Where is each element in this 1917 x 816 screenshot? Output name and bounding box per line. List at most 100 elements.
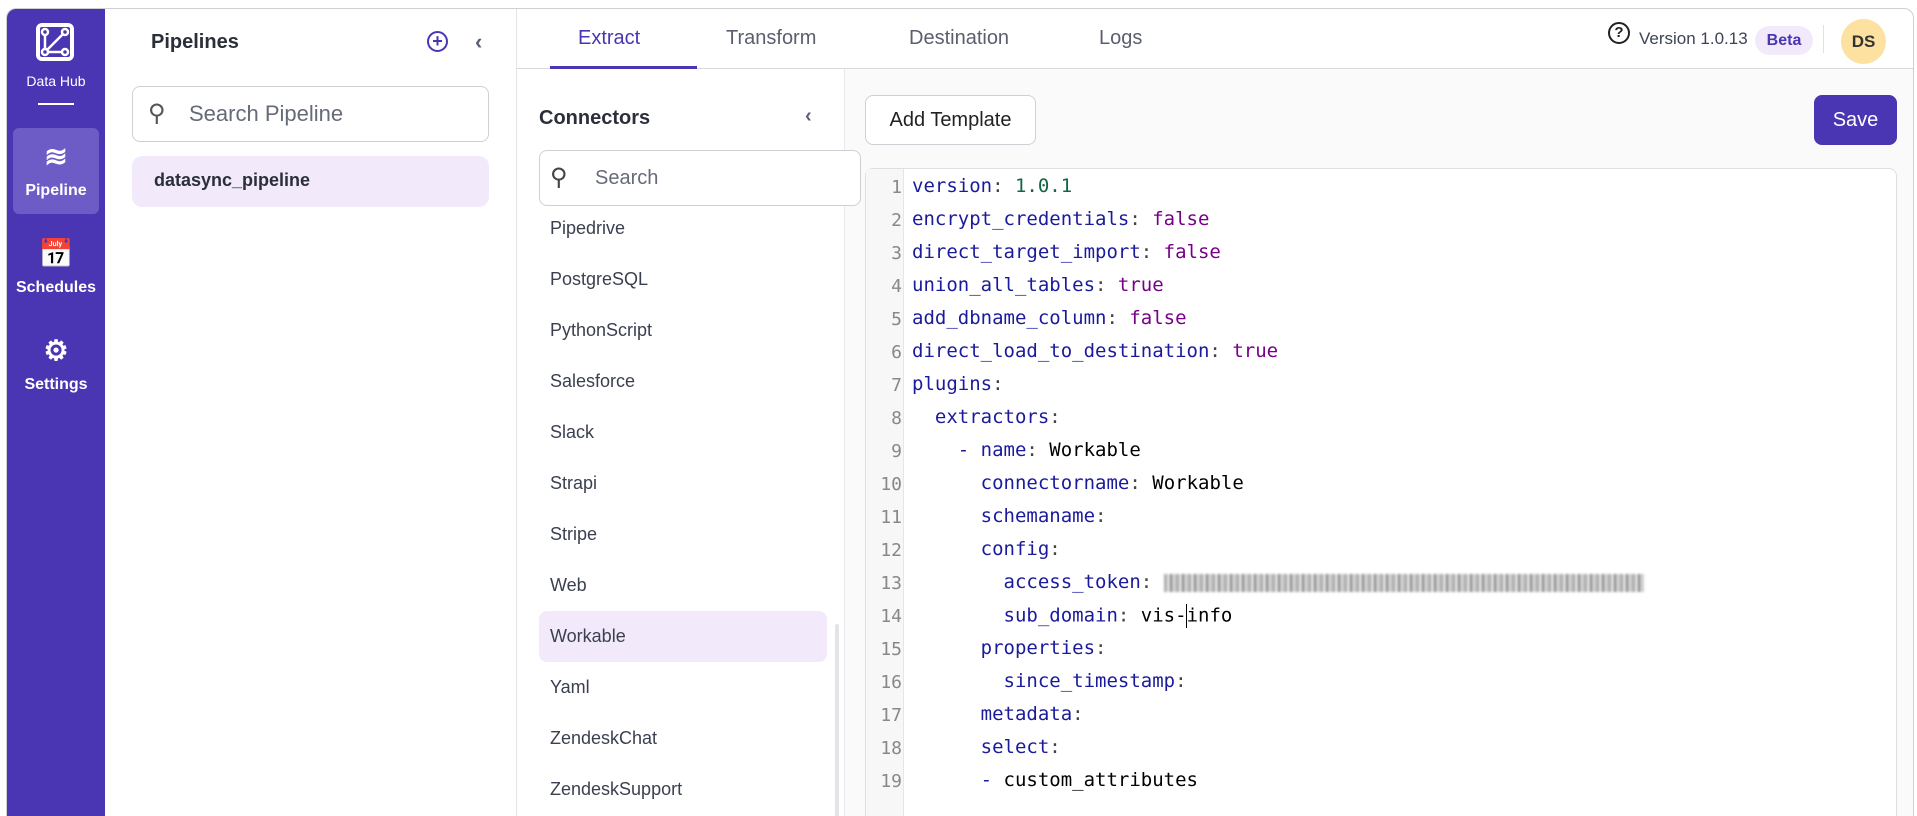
yaml-key: config — [980, 538, 1050, 560]
line-number: 4 — [891, 276, 902, 297]
pipeline-item[interactable]: datasync_pipeline — [132, 156, 489, 207]
yaml-key: encrypt_credentials — [912, 208, 1130, 230]
connector-item[interactable]: ZendeskSupport — [539, 764, 827, 815]
tab-transform[interactable]: Transform — [726, 27, 816, 50]
sidebar-item-label: Schedules — [15, 279, 97, 296]
search-pipeline-input[interactable]: ⚲ Search Pipeline — [132, 86, 489, 142]
line-number: 18 — [880, 738, 902, 759]
line-number: 17 — [880, 705, 902, 726]
code-line: since_timestamp: — [1003, 670, 1198, 692]
search-placeholder: Search Pipeline — [189, 101, 344, 126]
connector-item[interactable]: PostgreSQL — [539, 254, 827, 305]
yaml-code-editor[interactable]: 1 version: 1.0.1 2 encrypt_credentials: fal… — [865, 168, 1897, 816]
yaml-value: 1.0.1 — [1014, 175, 1073, 197]
tab-logs[interactable]: Logs — [1099, 27, 1142, 50]
sidebar-item-label: Settings — [24, 376, 88, 393]
add-template-button[interactable]: Add Template — [865, 95, 1036, 145]
connector-item[interactable]: Salesforce — [539, 356, 827, 407]
avatar[interactable]: DS — [1841, 19, 1886, 64]
redacted-token — [1163, 573, 1644, 592]
code-line: schemaname: — [980, 505, 1118, 527]
sidebar-item-pipeline[interactable]: ≋ Pipeline — [13, 128, 99, 214]
code-line: encrypt_credentials: false — [912, 208, 1210, 230]
tab-extract[interactable]: Extract — [578, 27, 640, 50]
code-line: metadata: — [980, 703, 1096, 725]
collapse-connectors-icon[interactable]: ‹ — [805, 105, 812, 128]
sidebar-item-schedules[interactable]: 📅 Schedules — [13, 225, 99, 311]
collapse-pipelines-icon[interactable]: ‹ — [475, 29, 482, 55]
yaml-value: Workable — [1152, 472, 1244, 494]
yaml-key: plugins — [912, 373, 993, 395]
line-number: 1 — [891, 177, 902, 198]
code-line: extractors: — [934, 406, 1073, 428]
yaml-key: add_dbname_column — [912, 307, 1107, 329]
search-placeholder: Search — [595, 167, 659, 189]
connector-item[interactable]: Pipedrive — [539, 203, 827, 254]
connectors-title: Connectors — [539, 107, 651, 129]
connector-item[interactable]: Strapi — [539, 458, 827, 509]
code-line: config: — [980, 538, 1073, 560]
brand-name: Data Hub — [26, 73, 86, 89]
yaml-value: true — [1117, 274, 1164, 296]
connector-item[interactable]: Yaml — [539, 662, 827, 713]
code-line: access_token: — [912, 571, 1644, 593]
divider — [1823, 25, 1824, 53]
yaml-key: direct_target_import — [912, 241, 1141, 263]
yaml-key: name — [980, 439, 1027, 461]
code-line: union_all_tables: true — [912, 274, 1164, 296]
code-line: - custom_attributes — [912, 769, 1198, 791]
sidebar-item-label: Pipeline — [25, 182, 87, 199]
yaml-key: metadata — [980, 703, 1073, 725]
tab-bar: Extract Transform Destination Logs ? Ver… — [517, 9, 1913, 69]
help-icon[interactable]: ? — [1608, 22, 1630, 44]
yaml-value: Workable — [1049, 439, 1141, 461]
data-hub-logo-icon — [36, 23, 74, 61]
beta-badge: Beta — [1755, 26, 1813, 55]
app-window: Data Hub ≋ Pipeline 📅 Schedules ⚙ Settings … — [6, 8, 1914, 816]
gear-icon: ⚙ — [43, 335, 69, 366]
pipelines-panel: Pipelines + ‹ ⚲ Search Pipeline datasync_… — [105, 9, 517, 816]
yaml-key: access_token — [1003, 571, 1141, 593]
connector-item[interactable]: Slack — [539, 407, 827, 458]
line-number: 5 — [891, 309, 902, 330]
line-number: 8 — [891, 408, 902, 429]
save-button[interactable]: Save — [1814, 95, 1897, 145]
line-number: 13 — [880, 573, 902, 594]
yaml-key: select — [980, 736, 1050, 758]
add-pipeline-button[interactable]: + — [427, 31, 448, 52]
code-line: direct_load_to_destination: true — [912, 340, 1279, 362]
connector-item[interactable]: Workable — [539, 611, 827, 662]
code-line: - name: Workable — [912, 439, 1141, 461]
line-number: 2 — [891, 210, 902, 231]
line-number: 14 — [880, 606, 902, 627]
code-line: direct_target_import: false — [912, 241, 1221, 263]
tab-destination[interactable]: Destination — [909, 27, 1009, 50]
code-line: connectorname: Workable — [980, 472, 1244, 494]
scrollbar[interactable] — [835, 624, 839, 816]
divider — [38, 103, 74, 105]
code-line: version: 1.0.1 — [912, 175, 1073, 197]
yaml-key: properties — [980, 637, 1096, 659]
line-number: 10 — [880, 474, 902, 495]
yaml-key: connectorname — [980, 472, 1130, 494]
connector-item[interactable]: PythonScript — [539, 305, 827, 356]
line-number: 3 — [891, 243, 902, 264]
yaml-value: custom_attributes — [1003, 769, 1198, 791]
yaml-key: direct_load_to_destination — [912, 340, 1210, 362]
line-number: 19 — [880, 771, 902, 792]
line-number: 15 — [880, 639, 902, 660]
yaml-key: version — [912, 175, 993, 197]
yaml-key: extractors — [934, 406, 1050, 428]
search-connectors-input[interactable]: ⚲ Search — [539, 150, 861, 206]
connector-item[interactable]: Web — [539, 560, 827, 611]
sidebar-item-settings[interactable]: ⚙ Settings — [13, 322, 99, 408]
connector-item[interactable]: Stripe — [539, 509, 827, 560]
search-icon: ⚲ — [550, 164, 568, 191]
line-number: 6 — [891, 342, 902, 363]
layers-icon: ≋ — [44, 141, 68, 172]
yaml-value: false — [1152, 208, 1210, 230]
line-number: 12 — [880, 540, 902, 561]
connector-item[interactable]: ZendeskChat — [539, 713, 827, 764]
yaml-key: sub_domain — [1003, 604, 1118, 627]
connectors-panel: Connectors ‹ ⚲ Search Pipedrive PostgreSQL… — [517, 69, 861, 816]
